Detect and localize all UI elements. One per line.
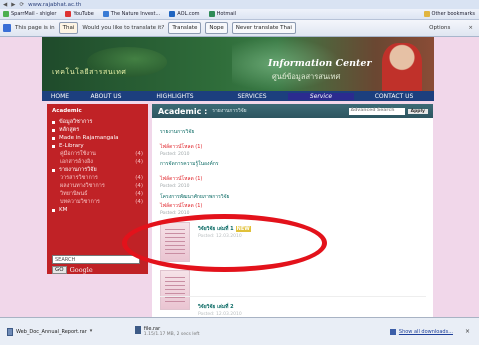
file-icon	[134, 326, 141, 334]
sidebar-heading: Academic	[52, 108, 82, 114]
nav-highlights[interactable]: HIGHLIGHTS	[134, 93, 216, 100]
download-item[interactable]: file.rar 1.15/1.17 MB, 2 secs left	[134, 326, 200, 337]
other-bookmarks[interactable]: Other bookmarks	[423, 11, 475, 17]
bookmark-icon	[208, 11, 215, 17]
close-icon[interactable]: ×	[465, 328, 470, 335]
document-thumbnail[interactable]	[160, 270, 190, 310]
bookmarks-bar: SparrMail - shigler YouTube The Nature I…	[0, 9, 479, 20]
bullet-icon	[52, 208, 55, 212]
bookmark-icon	[65, 11, 72, 17]
bookmark-icon	[169, 11, 176, 17]
bullet-icon	[52, 128, 55, 132]
nope-button[interactable]: Nope	[205, 22, 228, 34]
banner-title: Information Center	[268, 58, 372, 69]
sidebar-subitem[interactable]: คู่มือการใช้งาน (4)	[52, 150, 143, 158]
list-item[interactable]: รายงานการวิจัย	[160, 128, 194, 136]
downloads-icon	[389, 328, 396, 335]
sidebar-subitem[interactable]: บทความวิชาการ (4)	[52, 198, 143, 206]
download-item[interactable]: Web_Doc_Annual_Report.rar	[7, 327, 87, 336]
sidebar-subitem[interactable]: ผลงานทางวิชาการ (4)	[52, 182, 143, 190]
banner-thai-title: เทคโนโลยีสารสนเทศ	[52, 68, 127, 76]
url-text[interactable]: www.rajabhat.ac.th	[28, 2, 81, 8]
content-search-input[interactable]: Advanced Search	[348, 107, 405, 115]
sidebar-subitem[interactable]: เอกสารอ้างอิง (4)	[52, 158, 143, 166]
reload-icon[interactable]: ⟳	[19, 2, 24, 8]
folder-icon	[423, 11, 430, 17]
list-item[interactable]: ไฟล์ดาวน์โหลด (1) Posted: 2010	[160, 174, 202, 189]
bullet-icon	[52, 168, 55, 172]
sidebar-subitem[interactable]: วิทยานิพนธ์ (4)	[52, 190, 143, 198]
bookmark-item[interactable]: YouTube	[65, 11, 94, 17]
main-nav: HOME ABOUT US HIGHLIGHTS SERVICES Servic…	[42, 91, 434, 101]
options-menu[interactable]: Options	[429, 25, 450, 31]
bullet-icon	[52, 136, 55, 140]
sidebar-item[interactable]: E-Library	[52, 142, 143, 150]
list-item[interactable]: ไฟล์ดาวน์โหลด (1) Posted: 2010	[160, 142, 202, 157]
translate-bar: This page is in Thai Would you like to t…	[0, 20, 479, 37]
forward-icon[interactable]: ▶	[11, 2, 15, 8]
card-title[interactable]: วิจัยวิจัย เล่มที่ 2	[198, 303, 234, 311]
download-shelf: Web_Doc_Annual_Report.rar ▾ file.rar 1.1…	[0, 317, 479, 345]
list-item[interactable]: โครงการพัฒนาศักยภาพการวิจัย ไฟล์ดาวน์โหล…	[160, 193, 229, 216]
address-bar[interactable]: ◀ ▶ ⟳ www.rajabhat.ac.th	[0, 0, 479, 9]
nav-about[interactable]: ABOUT US	[78, 93, 134, 100]
never-translate-button[interactable]: Never translate Thai	[231, 22, 296, 34]
nav-home[interactable]: HOME	[42, 93, 78, 100]
sidebar-item[interactable]: KM	[52, 206, 143, 214]
list-item[interactable]: การจัดการความรู้ในองค์กร	[160, 160, 219, 168]
person-photo	[382, 43, 422, 91]
divider	[160, 296, 426, 297]
red-annotation-circle	[122, 214, 327, 272]
file-icon	[7, 327, 13, 336]
bookmark-item[interactable]: SparrMail - shigler	[3, 11, 56, 17]
dropdown-arrow-icon[interactable]: ▾	[90, 328, 100, 336]
bookmark-item[interactable]: The Nature Invest...	[102, 11, 160, 17]
sidebar-item[interactable]: Made in Rajamangala	[52, 134, 143, 142]
sidebar-search-controls: GO Google	[52, 266, 93, 274]
close-icon[interactable]: ×	[468, 25, 473, 31]
sidebar-item[interactable]: หลักสูตร	[52, 126, 143, 134]
nav-contact[interactable]: CONTACT US	[354, 93, 434, 100]
bookmark-item[interactable]: AOL.com	[169, 11, 200, 17]
nav-services[interactable]: SERVICES	[216, 93, 288, 100]
bullet-icon	[52, 120, 55, 124]
content-title: Academic :	[158, 106, 208, 116]
back-icon[interactable]: ◀	[3, 2, 7, 8]
content-header: Academic : รายงานการวิจัย Advanced Searc…	[152, 104, 433, 118]
banner-subtitle: ศูนย์ข้อมูลสารสนเทศ	[272, 72, 341, 81]
content-search-button[interactable]: Apply	[407, 108, 428, 114]
show-all-downloads-link[interactable]: Show all downloads...	[389, 328, 453, 335]
nav-service-active[interactable]: Service	[288, 92, 354, 100]
bookmark-icon	[102, 11, 109, 17]
language-select[interactable]: Thai	[58, 22, 79, 34]
browser-window: ◀ ▶ ⟳ www.rajabhat.ac.th SparrMail - shi…	[0, 0, 479, 345]
bookmark-item[interactable]: Hotmail	[208, 11, 236, 17]
breadcrumb: รายงานการวิจัย	[212, 108, 247, 114]
site-banner: เทคโนโลยีสารสนเทศ Information Center ศูน…	[42, 37, 434, 91]
sidebar-search-input[interactable]: SEARCH	[52, 255, 140, 264]
sidebar-item[interactable]: ข้อมูลวิชาการ	[52, 118, 143, 126]
go-button[interactable]: GO	[52, 266, 67, 274]
bullet-icon	[52, 144, 55, 148]
bookmark-icon	[3, 11, 9, 17]
sidebar-subitem[interactable]: วารสารวิชาการ (4)	[52, 174, 143, 182]
sidebar-item[interactable]: รายงานการวิจัย	[52, 166, 143, 174]
google-logo: Google	[69, 266, 93, 274]
translate-icon	[3, 24, 11, 32]
translate-button[interactable]: Translate	[168, 22, 202, 34]
